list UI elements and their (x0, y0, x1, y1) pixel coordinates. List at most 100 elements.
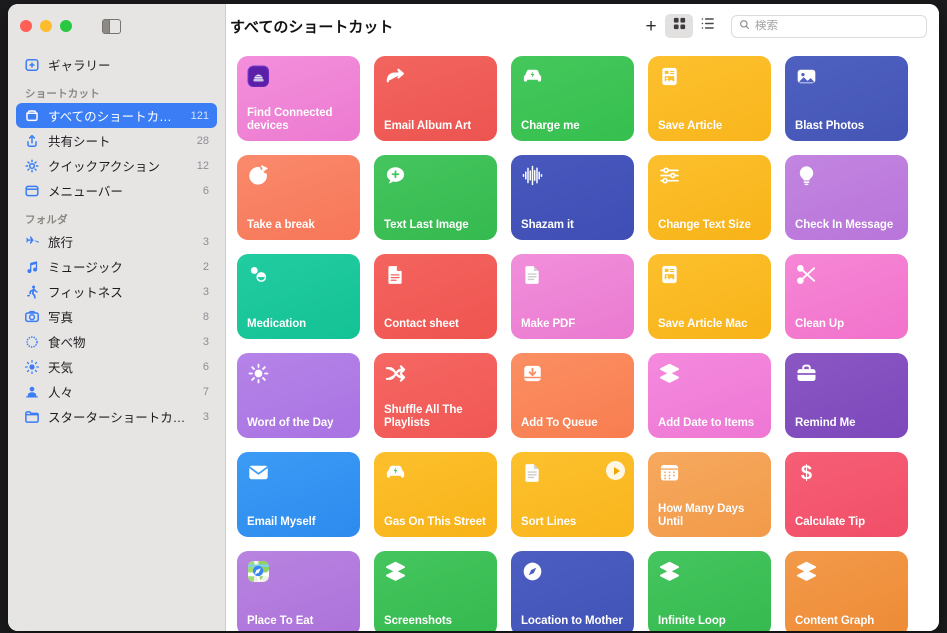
shortcut-tile[interactable]: Take a break (237, 155, 360, 240)
shortcut-tile[interactable]: Shazam it (511, 155, 634, 240)
shortcut-tile[interactable]: Save Article (648, 56, 771, 141)
sidebar-item-photos[interactable]: 写真 8 (16, 304, 217, 329)
shortcut-name: Shuffle All The Playlists (384, 404, 463, 429)
gear-icon (23, 157, 40, 174)
shortcut-name: Gas On This Street (384, 516, 486, 528)
sidebar-item-all-shortcuts[interactable]: すべてのショートカット 121 (16, 103, 217, 128)
sidebar-item-people[interactable]: 人々 7 (16, 379, 217, 404)
shortcut-tile[interactable]: Place To Eat (237, 551, 360, 631)
search-field[interactable] (731, 14, 927, 38)
shortcut-name: Add Date to Items (658, 417, 755, 429)
music-note-icon (23, 258, 40, 275)
shortcut-name: Location to Mother (521, 615, 623, 627)
shortcut-name: Add To Queue (521, 417, 598, 429)
shortcut-tile[interactable]: Add Date to Items (648, 353, 771, 438)
sidebar-section-header: フォルダ (25, 214, 68, 226)
shortcut-tile[interactable]: Make PDF (511, 254, 634, 339)
sidebar-section-header: ショートカット (25, 88, 100, 100)
shortcut-tile[interactable]: Email Myself (237, 452, 360, 537)
shortcut-name: Email Myself (247, 516, 316, 528)
shortcut-name: Blast Photos (795, 120, 865, 132)
sidebar-item-music[interactable]: ミュージック 2 (16, 254, 217, 279)
toolbar: すべてのショートカット + (226, 4, 939, 48)
article-icon (658, 65, 682, 89)
shortcut-tile[interactable]: Blast Photos (785, 56, 908, 141)
sidebar-list: ギャラリー ショートカット すべてのショートカット 121 共有シート 28 ク… (8, 48, 225, 631)
shortcut-tile[interactable]: Text Last Image (374, 155, 497, 240)
list-view-button[interactable] (693, 14, 721, 38)
sidebar-item-menu-bar[interactable]: メニューバー 6 (16, 178, 217, 203)
car-charge-icon (521, 65, 545, 89)
sidebar-item-quick-actions[interactable]: クイックアクション 12 (16, 153, 217, 178)
shortcut-tile[interactable]: Check In Message (785, 155, 908, 240)
shortcut-tile[interactable]: Shuffle All The Playlists (374, 353, 497, 438)
shortcut-tile[interactable]: Change Text Size (648, 155, 771, 240)
shortcut-tile[interactable]: Gas On This Street (374, 452, 497, 537)
sidebar-item-travel[interactable]: 旅行 3 (16, 229, 217, 254)
titlebar (8, 4, 225, 48)
grid-view-button[interactable] (665, 14, 693, 38)
photo-icon (795, 65, 819, 89)
sidebar-item-weather[interactable]: 天気 6 (16, 354, 217, 379)
folder-icon (23, 408, 40, 425)
shortcut-tile[interactable]: Save Article Mac (648, 254, 771, 339)
close-button[interactable] (20, 20, 32, 32)
shortcut-name: Place To Eat (247, 615, 314, 627)
sidebar-item-gallery[interactable]: ギャラリー (16, 52, 217, 77)
shortcut-tile[interactable]: Find Connected devices (237, 56, 360, 141)
document-lines-icon (521, 461, 545, 485)
sidebar-item-share-sheet[interactable]: 共有シート 28 (16, 128, 217, 153)
layers-icon (658, 560, 682, 584)
shortcut-tile[interactable]: Screenshots (374, 551, 497, 631)
sidebar-item-label: 食べ物 (48, 336, 86, 350)
shuffle-icon (384, 362, 408, 386)
briefcase-icon (795, 362, 819, 386)
shortcut-name: Save Article (658, 120, 723, 132)
shortcut-tile[interactable]: Clean Up (785, 254, 908, 339)
layers-icon (795, 560, 819, 584)
shortcut-tile[interactable]: $ Calculate Tip (785, 452, 908, 537)
sidebar-item-label: ギャラリー (48, 59, 111, 73)
shortcut-tile[interactable]: How Many Days Until (648, 452, 771, 537)
shortcut-tile[interactable]: Location to Mother (511, 551, 634, 631)
zoom-button[interactable] (60, 20, 72, 32)
shortcut-tile[interactable]: Sort Lines (511, 452, 634, 537)
grid-view-icon (672, 16, 687, 36)
message-plus-icon (384, 164, 408, 188)
car-charge-icon (384, 461, 408, 485)
shortcut-tile[interactable]: Add To Queue (511, 353, 634, 438)
run-shortcut-button[interactable] (606, 461, 625, 480)
sidebar-item-fitness[interactable]: フィットネス 3 (16, 279, 217, 304)
shortcut-tile[interactable]: Word of the Day (237, 353, 360, 438)
minimize-button[interactable] (40, 20, 52, 32)
shortcut-tile[interactable]: Content Graph (785, 551, 908, 631)
sidebar-item-label: クイックアクション (48, 160, 160, 174)
sidebar-item-count: 12 (196, 159, 209, 172)
sidebar-item-starter-shortcuts[interactable]: スターターショートカット 3 (16, 404, 217, 429)
add-shortcut-button[interactable]: + (637, 14, 665, 38)
shortcut-name: Shazam it (521, 219, 574, 231)
search-input[interactable] (755, 20, 919, 32)
traffic-lights (20, 20, 72, 32)
sidebar-item-food[interactable]: 食べ物 3 (16, 329, 217, 354)
shortcut-name: Charge me (521, 120, 580, 132)
sidebar-item-label: フィットネス (48, 286, 123, 300)
shortcut-tile[interactable]: Charge me (511, 56, 634, 141)
article-icon (658, 263, 682, 287)
sidebar-toggle-icon[interactable] (102, 18, 121, 34)
menubar-icon (23, 182, 40, 199)
sun-small-icon (247, 362, 271, 386)
document-lines-icon (521, 263, 545, 287)
tray-down-icon (521, 362, 545, 386)
shortcut-tile[interactable]: Email Album Art (374, 56, 497, 141)
share-icon (23, 132, 40, 149)
shortcut-tile[interactable]: Remind Me (785, 353, 908, 438)
shortcut-tile[interactable]: Medication (237, 254, 360, 339)
shortcut-tile[interactable]: Contact sheet (374, 254, 497, 339)
shortcut-tile[interactable]: Infinite Loop (648, 551, 771, 631)
shortcut-name: Medication (247, 318, 307, 330)
lightbulb-icon (795, 164, 819, 188)
shortcut-name: Calculate Tip (795, 516, 866, 528)
plus-icon: + (645, 15, 657, 37)
sidebar-item-label: 共有シート (48, 135, 111, 149)
